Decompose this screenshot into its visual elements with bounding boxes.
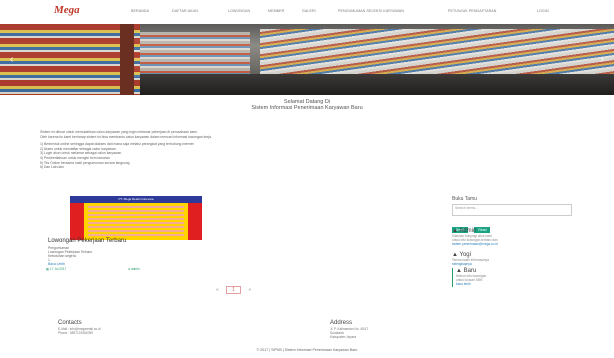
hero-shelf-middle <box>130 32 250 77</box>
nav-member[interactable]: MEMBER <box>268 9 284 13</box>
guestbook-title: Buku Tamu <box>452 196 477 202</box>
nav-pengumuman[interactable]: PENGUMUMAN SELEKSI KARYAWAN <box>338 9 404 13</box>
address-line: Kabupaten Jepara <box>330 335 357 339</box>
contact-phone: Phone : 0897123456789 <box>58 331 93 335</box>
comment-link[interactable]: baca lebih <box>456 282 581 286</box>
intro-list-item: 6) Dan Lain-lain <box>40 165 64 170</box>
pager-prev[interactable]: « <box>216 287 219 293</box>
job-post-meta: ▦ 17 Jul 2017 ● admin <box>46 267 226 271</box>
contacts-heading: Contacts <box>58 320 82 326</box>
welcome-heading: Selamat Datang Di Sistem Informasi Pener… <box>0 99 614 111</box>
comment-link[interactable]: sistem.penerimaan@mega.co.id <box>452 242 577 246</box>
hero-carousel: ‹ › <box>0 24 614 95</box>
pager-current[interactable]: 1 <box>226 286 241 294</box>
job-post-title[interactable]: Lowongan Pekerjaan Terbaru <box>48 238 126 244</box>
job-post-line: Kebutuhan segera <box>48 254 76 258</box>
intro-text: Sistem ini dibuat untuk memudahkan calon… <box>40 130 570 170</box>
calendar-icon: ▦ <box>46 267 50 271</box>
post-date: 17 Jul 2017 <box>49 267 67 271</box>
carousel-prev-icon[interactable]: ‹ <box>10 54 13 65</box>
hero-floor <box>140 74 614 95</box>
read-more-link[interactable]: Baca Lebih <box>48 262 65 266</box>
pagination: « 1 » <box>216 286 251 294</box>
post-author[interactable]: admin <box>131 267 140 271</box>
welcome-line-2: Sistem Informasi Penerimaan Karyawan Bar… <box>251 105 363 111</box>
address-heading: Address <box>330 320 353 326</box>
comment-admin: ▲ Admin Silahkan kunjungi situs kami unt… <box>452 228 577 247</box>
nav-daftar-akun[interactable]: DAFTAR AKUN <box>172 9 198 13</box>
copyright: © 2017 | SIPKB | Sistem Informasi Peneri… <box>256 348 358 352</box>
nav-galeri[interactable]: GALERI <box>302 9 316 13</box>
hero-pillar <box>120 24 134 95</box>
nav-login[interactable]: LOGIN <box>537 9 549 13</box>
comment-baru: ▲ Baru Mohon info lowongan untuk lulusan… <box>452 268 581 287</box>
brand-logo[interactable]: Mega <box>54 4 80 16</box>
nav-beranda[interactable]: BERANDA <box>131 9 149 13</box>
hero-shelf-left <box>0 24 140 95</box>
carousel-next-icon[interactable]: › <box>601 54 604 65</box>
poster-header-text: PT. Mega Retail Indonesia <box>118 197 154 201</box>
nav-petunjuk[interactable]: PETUNJUK PENDAFTARAN <box>448 9 496 13</box>
top-navbar: Mega BERANDA DAFTAR AKUN LOWONGAN MEMBER… <box>0 0 614 25</box>
poster-red-right <box>188 203 202 240</box>
pager-next[interactable]: » <box>248 287 251 293</box>
guestbook-input[interactable]: Search terms... <box>452 204 572 216</box>
user-icon: ● <box>128 267 131 271</box>
nav-lowongan[interactable]: LOWONGAN <box>228 9 250 13</box>
poster-red-left <box>70 203 84 240</box>
guestbook-sidebar: Buku Tamu Search terms... Send Read ▲ Ad… <box>452 196 577 287</box>
comment-link[interactable]: selengkapnya <box>452 262 577 266</box>
job-poster-image[interactable]: PT. Mega Retail Indonesia <box>70 196 202 240</box>
comment-yogi: ▲ Yogi Terima kasih informasinya selengk… <box>452 252 577 266</box>
poster-body <box>88 206 184 236</box>
